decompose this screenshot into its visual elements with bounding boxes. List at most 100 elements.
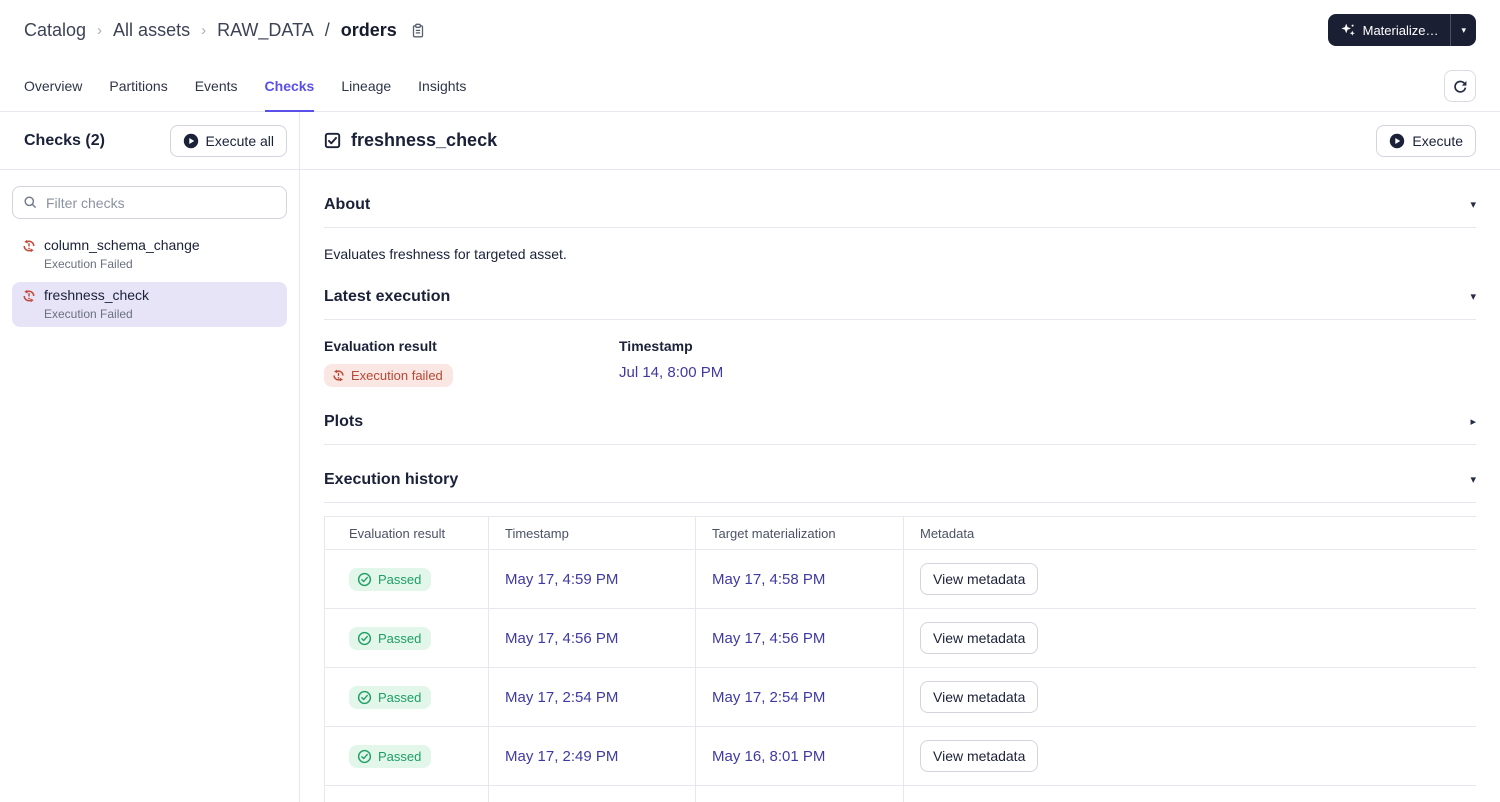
sync-problem-icon — [22, 239, 36, 271]
materialize-dropdown-button[interactable]: ▾ — [1451, 14, 1476, 46]
execution-history-table: Evaluation result Timestamp Target mater… — [324, 516, 1476, 802]
check-circle-icon — [357, 690, 372, 705]
passed-badge: Passed — [349, 626, 432, 650]
execute-label: Execute — [1412, 132, 1463, 149]
asset-check-icon — [324, 132, 341, 149]
expand-plots-icon[interactable]: ▸ — [1470, 416, 1476, 428]
execute-all-label: Execute all — [205, 132, 274, 149]
plots-heading: Plots — [324, 413, 364, 430]
execution-failed-badge-label: Execution failed — [351, 368, 443, 383]
collapse-latest-execution-icon[interactable]: ▾ — [1470, 291, 1476, 303]
execution-timestamp-link[interactable]: May 17, 2:49 PM — [505, 748, 618, 765]
filter-checks-wrap — [12, 186, 287, 219]
checks-sidebar: Checks (2) Execute all Filter checks col… — [0, 112, 300, 802]
column-header-evaluation-result: Evaluation result — [324, 516, 489, 550]
table-header-row: Evaluation result Timestamp Target mater… — [324, 516, 1476, 550]
timestamp-label: Timestamp — [619, 338, 693, 354]
tab-overview[interactable]: Overview — [24, 60, 82, 111]
passed-badge-label: Passed — [378, 748, 422, 764]
breadcrumb: Catalog › All assets › RAW_DATA / orders — [24, 20, 426, 41]
breadcrumb-asset-name: orders — [340, 19, 397, 40]
materialize-split-button: Materialize… ▾ — [1327, 14, 1476, 46]
check-name: column_schema_change — [44, 237, 200, 253]
passed-badge: Passed — [349, 744, 432, 768]
about-heading: About — [324, 196, 371, 213]
check-circle-icon — [357, 749, 372, 764]
execution-timestamp-link[interactable]: May 17, 4:59 PM — [505, 571, 618, 588]
execute-all-button[interactable]: Execute all — [169, 124, 287, 157]
check-detail-header: freshness_check Execute — [300, 112, 1500, 170]
check-circle-icon — [357, 572, 372, 587]
target-materialization-link[interactable]: May 17, 2:54 PM — [712, 689, 825, 706]
check-item-freshness-check[interactable]: freshness_check Execution Failed — [12, 282, 287, 327]
check-circle-icon — [357, 631, 372, 646]
execution-history-section-header: Execution history ▾ — [324, 471, 1476, 503]
execute-button[interactable]: Execute — [1376, 124, 1476, 157]
tab-bar: Overview Partitions Events Checks Lineag… — [0, 60, 1500, 112]
latest-execution-fields: Evaluation result Execution failed Times… — [324, 338, 1476, 387]
sparkle-icon — [1340, 22, 1356, 38]
play-circle-icon — [1389, 133, 1405, 149]
content: Checks (2) Execute all Filter checks col… — [0, 112, 1500, 802]
breadcrumb-catalog[interactable]: Catalog — [24, 20, 86, 41]
execution-history-heading: Execution history — [324, 471, 459, 488]
breadcrumb-slash: / — [324, 19, 330, 40]
table-row: Passed May 17, 2:49 PM May 16, 8:01 PM V… — [324, 726, 1476, 786]
tab-insights[interactable]: Insights — [418, 60, 466, 111]
plots-section-header: Plots ▸ — [324, 413, 1476, 445]
checks-count-title: Checks (2) — [24, 131, 105, 149]
column-header-target-materialization: Target materialization — [695, 516, 904, 550]
refresh-button[interactable] — [1444, 69, 1476, 102]
view-metadata-button[interactable]: View metadata — [920, 740, 1039, 772]
passed-badge: Passed — [349, 567, 432, 591]
check-detail-body: About ▾ Evaluates freshness for targeted… — [300, 170, 1500, 802]
passed-badge-label: Passed — [378, 689, 422, 705]
sync-problem-icon — [332, 369, 345, 382]
tab-lineage[interactable]: Lineage — [341, 60, 391, 111]
copy-asset-name-icon[interactable] — [410, 23, 426, 39]
execution-timestamp-link[interactable]: May 17, 4:56 PM — [505, 630, 618, 647]
evaluation-result-label: Evaluation result — [324, 338, 437, 354]
column-header-timestamp: Timestamp — [488, 516, 696, 550]
collapse-execution-history-icon[interactable]: ▾ — [1470, 474, 1476, 486]
column-header-metadata: Metadata — [903, 516, 1476, 550]
sync-problem-icon — [22, 289, 36, 321]
table-row: Passed May 17, 4:56 PM May 17, 4:56 PM V… — [324, 608, 1476, 668]
check-detail-panel: freshness_check Execute About ▾ Evaluate… — [300, 112, 1500, 802]
latest-execution-heading: Latest execution — [324, 288, 451, 305]
view-metadata-button[interactable]: View metadata — [920, 681, 1039, 713]
refresh-icon — [1452, 78, 1468, 94]
about-section-header: About ▾ — [324, 196, 1476, 228]
target-materialization-link[interactable]: May 17, 4:56 PM — [712, 630, 825, 647]
collapse-about-icon[interactable]: ▾ — [1470, 199, 1476, 211]
breadcrumb-separator: › — [97, 21, 103, 39]
filter-checks-input[interactable] — [12, 186, 287, 219]
target-materialization-link[interactable]: May 16, 8:01 PM — [712, 748, 825, 765]
tab-partitions[interactable]: Partitions — [109, 60, 167, 111]
tab-events[interactable]: Events — [195, 60, 238, 111]
about-description: Evaluates freshness for targeted asset. — [324, 246, 567, 262]
table-row: Passed May 17, 4:59 PM May 17, 4:58 PM V… — [324, 549, 1476, 609]
latest-execution-timestamp-link[interactable]: Jul 14, 8:00 PM — [619, 364, 723, 381]
check-status: Execution Failed — [44, 307, 133, 321]
passed-badge: Passed — [349, 685, 432, 709]
play-circle-icon — [183, 133, 199, 149]
breadcrumb-asset-group[interactable]: RAW_DATA — [217, 20, 314, 41]
passed-badge-label: Passed — [378, 571, 422, 587]
materialize-label: Materialize… — [1362, 22, 1439, 38]
materialize-button[interactable]: Materialize… — [1328, 14, 1451, 46]
breadcrumb-separator: › — [201, 21, 207, 39]
check-list: column_schema_change Execution Failed fr… — [0, 232, 299, 332]
target-materialization-link[interactable]: May 17, 4:58 PM — [712, 571, 825, 588]
table-row: Passed May 17, 2:54 PM May 17, 2:54 PM V… — [324, 667, 1476, 727]
execution-failed-badge: Execution failed — [324, 364, 453, 387]
view-metadata-button[interactable]: View metadata — [920, 622, 1039, 654]
check-item-column-schema-change[interactable]: column_schema_change Execution Failed — [12, 232, 287, 277]
execution-timestamp-link[interactable]: May 17, 2:54 PM — [505, 689, 618, 706]
breadcrumb-all-assets[interactable]: All assets — [113, 20, 190, 41]
passed-badge-label: Passed — [378, 630, 422, 646]
top-header: Catalog › All assets › RAW_DATA / orders — [0, 0, 1500, 60]
check-status: Execution Failed — [44, 257, 133, 271]
view-metadata-button[interactable]: View metadata — [920, 563, 1039, 595]
tab-checks[interactable]: Checks — [264, 60, 314, 112]
